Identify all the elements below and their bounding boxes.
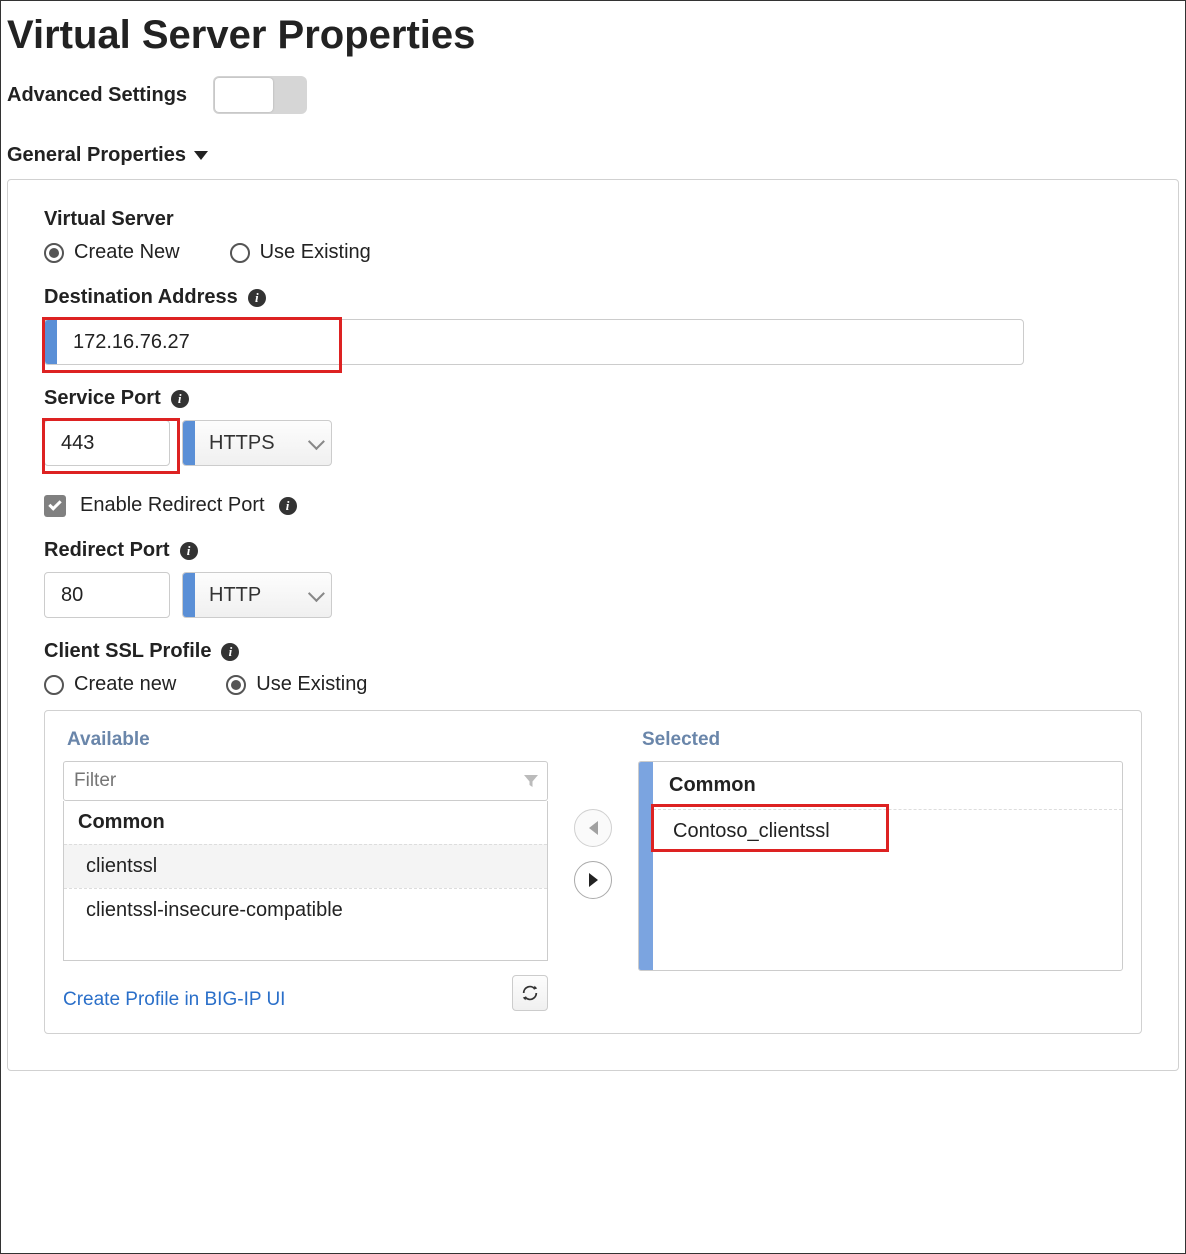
vs-create-new-radio[interactable]: Create New bbox=[44, 241, 180, 264]
redirect-port-input-wrap bbox=[44, 572, 170, 618]
create-profile-link[interactable]: Create Profile in BIG-IP UI bbox=[63, 989, 285, 1011]
destination-address-input[interactable] bbox=[57, 320, 1023, 364]
refresh-button[interactable] bbox=[512, 975, 548, 1011]
move-left-button[interactable] bbox=[574, 809, 612, 847]
refresh-icon bbox=[521, 984, 539, 1002]
required-bar bbox=[639, 762, 653, 970]
filter-input[interactable] bbox=[72, 769, 523, 793]
selected-list[interactable]: Common Contoso_clientssl bbox=[638, 761, 1123, 971]
advanced-settings-toggle[interactable] bbox=[213, 76, 307, 114]
page-title: Virtual Server Properties bbox=[7, 13, 1183, 58]
client-ssl-profile-label: Client SSL Profile i bbox=[44, 640, 1142, 663]
list-group: Common bbox=[64, 801, 547, 844]
radio-icon bbox=[44, 243, 64, 263]
general-properties-header[interactable]: General Properties bbox=[7, 144, 1183, 167]
section-title: General Properties bbox=[7, 144, 186, 167]
arrow-right-icon bbox=[589, 873, 598, 887]
selected-title: Selected bbox=[638, 729, 1123, 751]
required-bar bbox=[183, 421, 195, 465]
redirect-port-label: Redirect Port i bbox=[44, 539, 1142, 562]
ssl-use-existing-radio[interactable]: Use Existing bbox=[226, 673, 367, 696]
chevron-down-icon bbox=[299, 573, 331, 617]
filter-icon bbox=[523, 773, 539, 789]
service-port-input[interactable] bbox=[45, 421, 170, 465]
chevron-down-icon bbox=[299, 421, 331, 465]
info-icon[interactable]: i bbox=[248, 289, 266, 307]
ssl-create-new-radio[interactable]: Create new bbox=[44, 673, 176, 696]
redirect-port-input[interactable] bbox=[45, 573, 170, 617]
required-bar bbox=[45, 320, 57, 364]
ssl-profile-dual-list: Available Common clientssl clientssl-ins… bbox=[44, 710, 1142, 1034]
list-item[interactable]: clientssl bbox=[64, 844, 547, 888]
destination-address-label: Destination Address i bbox=[44, 286, 1142, 309]
enable-redirect-label: Enable Redirect Port bbox=[80, 494, 265, 517]
select-value: HTTP bbox=[195, 573, 299, 617]
arrow-left-icon bbox=[589, 821, 598, 835]
virtual-server-label: Virtual Server bbox=[44, 208, 1142, 231]
info-icon[interactable]: i bbox=[279, 497, 297, 515]
vs-use-existing-radio[interactable]: Use Existing bbox=[230, 241, 371, 264]
service-port-input-wrap bbox=[44, 420, 170, 466]
enable-redirect-checkbox[interactable] bbox=[44, 495, 66, 517]
select-value: HTTPS bbox=[195, 421, 299, 465]
advanced-settings-label: Advanced Settings bbox=[7, 84, 187, 107]
caret-down-icon bbox=[194, 151, 208, 160]
info-icon[interactable]: i bbox=[221, 643, 239, 661]
radio-icon bbox=[44, 675, 64, 695]
info-icon[interactable]: i bbox=[180, 542, 198, 560]
list-group: Common bbox=[653, 762, 1122, 810]
filter-row bbox=[63, 761, 548, 801]
service-port-protocol-select[interactable]: HTTPS bbox=[182, 420, 332, 466]
list-item[interactable]: clientssl-insecure-compatible bbox=[64, 888, 547, 932]
info-icon[interactable]: i bbox=[171, 390, 189, 408]
available-title: Available bbox=[63, 729, 548, 751]
radio-icon bbox=[230, 243, 250, 263]
move-right-button[interactable] bbox=[574, 861, 612, 899]
general-properties-panel: Virtual Server Create New Use Existing D… bbox=[7, 179, 1179, 1071]
list-item[interactable]: Contoso_clientssl bbox=[653, 810, 1122, 853]
required-bar bbox=[183, 573, 195, 617]
redirect-port-protocol-select[interactable]: HTTP bbox=[182, 572, 332, 618]
service-port-label: Service Port i bbox=[44, 387, 1142, 410]
destination-address-input-wrap bbox=[44, 319, 1024, 365]
available-list[interactable]: Common clientssl clientssl-insecure-comp… bbox=[63, 801, 548, 961]
radio-icon bbox=[226, 675, 246, 695]
